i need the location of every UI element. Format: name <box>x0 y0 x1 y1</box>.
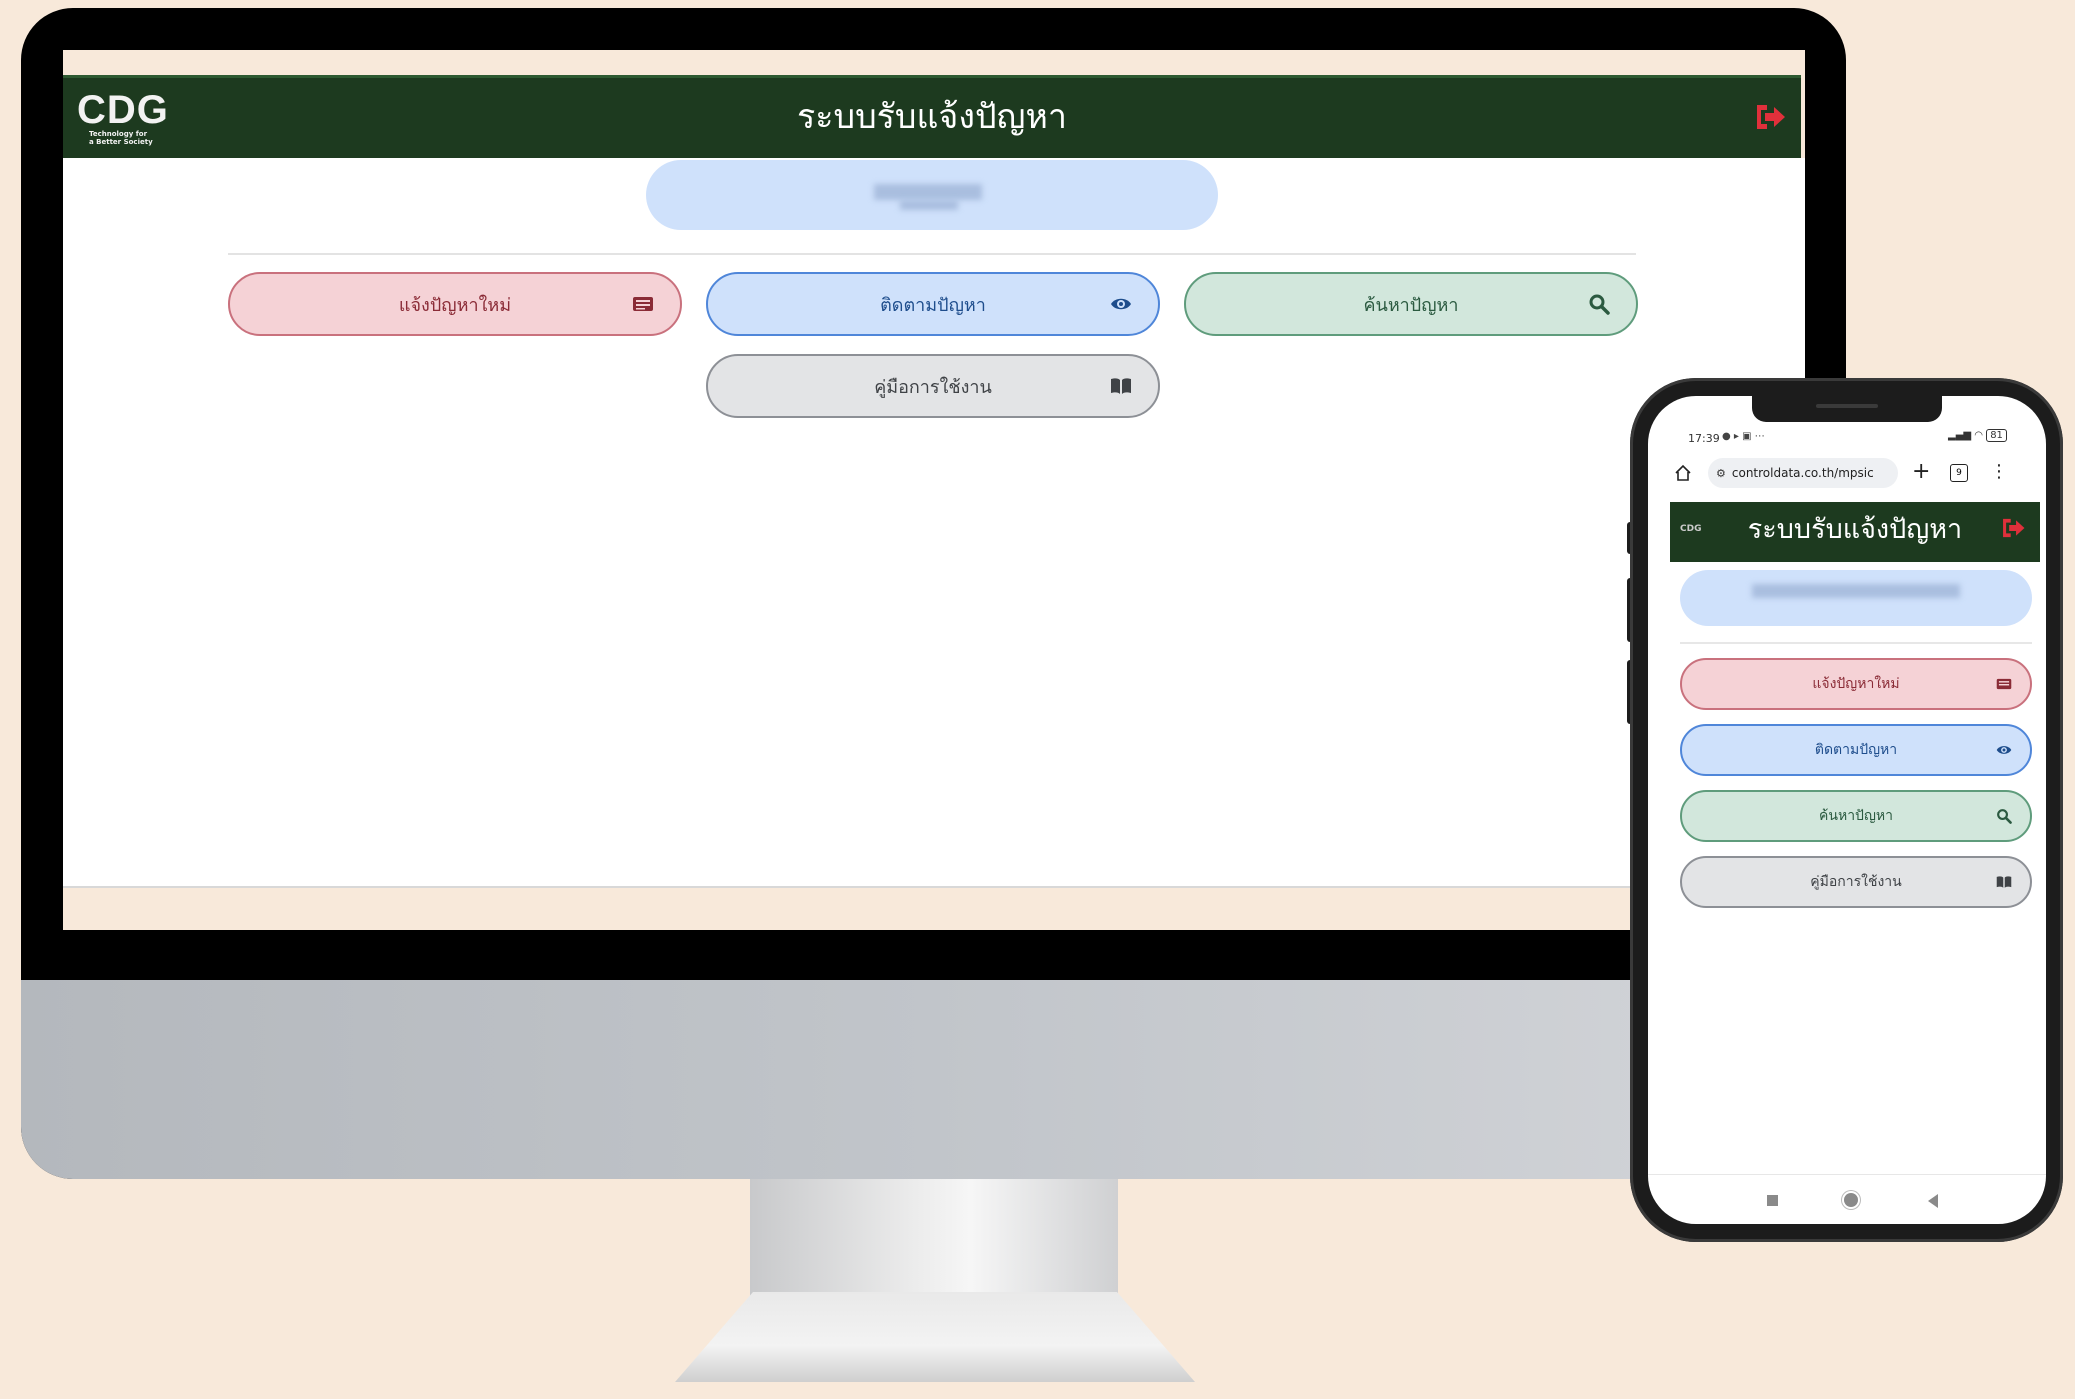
sign-out-icon[interactable] <box>2000 516 2026 540</box>
back-icon[interactable] <box>1928 1194 1938 1208</box>
new-issue-button[interactable]: แจ้งปัญหาใหม่ <box>228 272 682 336</box>
divider <box>228 253 1636 255</box>
site-settings-icon[interactable]: ⚙ <box>1716 467 1726 480</box>
phone-speaker <box>1816 404 1878 408</box>
eye-icon <box>1996 746 2012 754</box>
eye-icon <box>1111 298 1131 310</box>
search-issue-label: ค้นหาปัญหา <box>1363 294 1459 316</box>
divider <box>1680 642 2032 644</box>
magnifier-icon <box>1997 809 2012 824</box>
app-body: แจ้งปัญหาใหม่ ติดตามปัญหา ค้นหาปัญหา คู่… <box>63 158 1805 888</box>
phone-user-info-pill <box>1680 570 2032 626</box>
android-nav-bar <box>1648 1174 2046 1224</box>
book-icon <box>1996 876 2012 888</box>
tabs-icon[interactable]: 9 <box>1950 464 1968 482</box>
list-icon <box>1996 678 2012 690</box>
list-icon <box>633 297 653 311</box>
track-issue-label: ติดตามปัญหา <box>880 294 986 316</box>
redacted-user-detail <box>900 200 958 210</box>
redacted-user-name <box>874 184 982 200</box>
phone-screen: 17:39 ● ▸ ▣ ⋯ ▂▄▆ ◠ 81 ⚙ controldata.co.… <box>1648 396 2046 1224</box>
signal-icon: ▂▄▆ <box>1948 430 1972 441</box>
new-issue-button[interactable]: แจ้งปัญหาใหม่ <box>1680 658 2032 710</box>
address-bar[interactable]: ⚙ controldata.co.th/mpsic <box>1708 458 1898 488</box>
search-issue-label: ค้นหาปัญหา <box>1819 808 1893 824</box>
new-tab-icon[interactable]: + <box>1912 460 1930 484</box>
user-info-pill <box>646 160 1218 230</box>
monitor-foot <box>675 1292 1195 1382</box>
search-issue-button[interactable]: ค้นหาปัญหา <box>1184 272 1638 336</box>
status-icons: ▂▄▆ ◠ 81 <box>1948 429 2007 442</box>
desktop-screen: CDG Technology for a Better Society ระบบ… <box>63 50 1805 930</box>
status-time: 17:39 <box>1688 432 1720 445</box>
home-icon[interactable] <box>1674 464 1692 482</box>
new-issue-label: แจ้งปัญหาใหม่ <box>1812 676 1900 692</box>
redacted-user-name <box>1752 584 1960 598</box>
user-manual-label: คู่มือการใช้งาน <box>1810 874 1902 890</box>
phone-page-title: ระบบรับแจ้งปัญหา <box>1747 514 1963 545</box>
book-icon <box>1111 378 1131 394</box>
wifi-icon: ◠ <box>1974 430 1983 441</box>
logout-button[interactable] <box>1753 102 1787 132</box>
recent-apps-icon[interactable] <box>1767 1195 1778 1206</box>
url-text: controldata.co.th/mpsic <box>1731 466 1874 480</box>
monitor-chin <box>21 980 1846 1179</box>
app-header: CDG Technology for a Better Society ระบบ… <box>63 75 1801 158</box>
track-issue-label: ติดตามปัญหา <box>1814 742 1898 758</box>
phone-notch <box>1752 396 1942 422</box>
page-title: ระบบรับแจ้งปัญหา <box>796 97 1068 137</box>
notification-icons: ● ▸ ▣ ⋯ <box>1722 431 1765 442</box>
home-nav-icon[interactable] <box>1844 1193 1858 1207</box>
user-manual-button[interactable]: คู่มือการใช้งาน <box>706 354 1160 418</box>
track-issue-button[interactable]: ติดตามปัญหา <box>706 272 1160 336</box>
battery-icon: 81 <box>1986 429 2007 442</box>
more-menu-icon[interactable]: ⋮ <box>1990 460 2008 484</box>
user-manual-label: คู่มือการใช้งาน <box>874 376 992 398</box>
track-issue-button[interactable]: ติดตามปัญหา <box>1680 724 2032 776</box>
magnifier-icon <box>1589 294 1610 315</box>
new-issue-label: แจ้งปัญหาใหม่ <box>398 294 512 316</box>
phone-app-header: CDG ระบบรับแจ้งปัญหา <box>1670 502 2040 562</box>
user-manual-button[interactable]: คู่มือการใช้งาน <box>1680 856 2032 908</box>
browser-toolbar: ⚙ controldata.co.th/mpsic + 9 ⋮ <box>1668 458 2028 488</box>
sign-out-icon <box>1757 105 1785 129</box>
search-issue-button[interactable]: ค้นหาปัญหา <box>1680 790 2032 842</box>
